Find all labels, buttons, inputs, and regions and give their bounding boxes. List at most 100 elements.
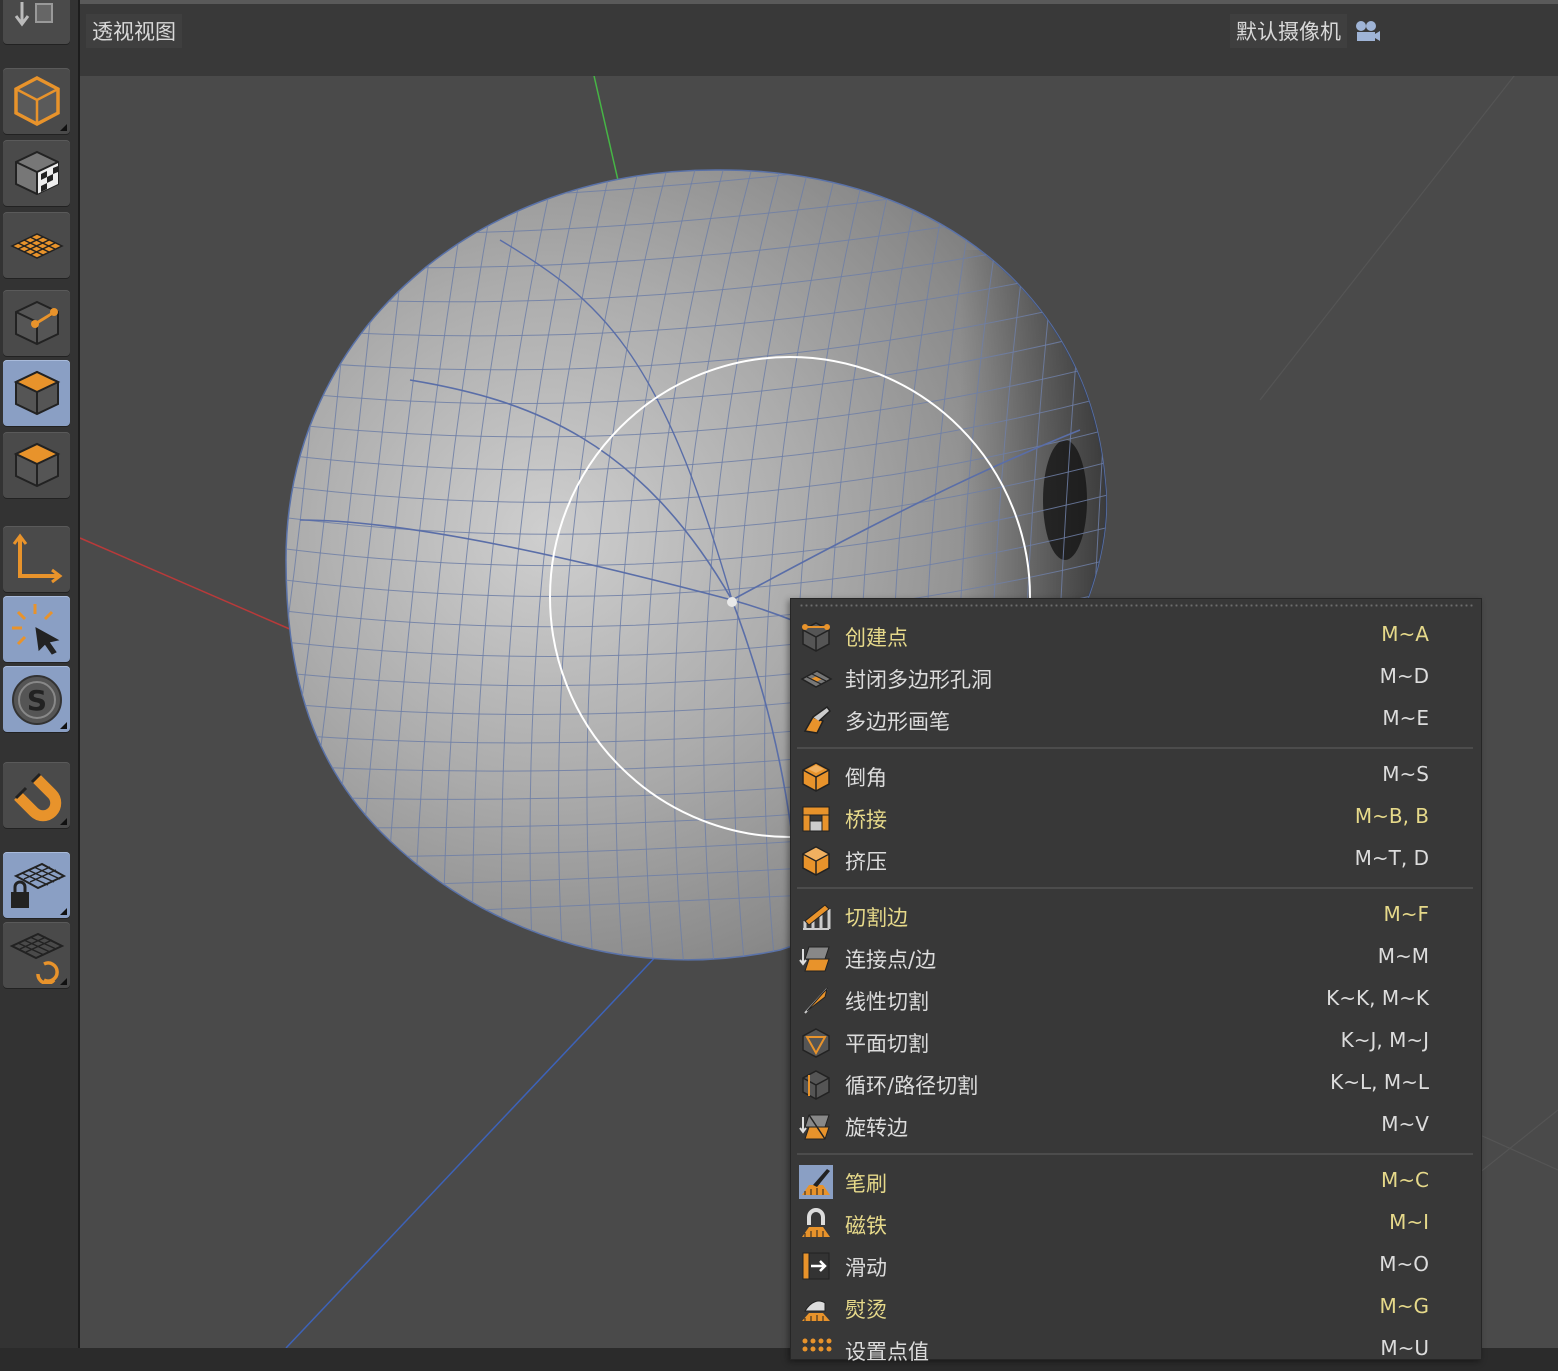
- menu-item-label: 创建点: [845, 626, 908, 650]
- menu-separator: [797, 1153, 1473, 1155]
- menu-separator: [797, 887, 1473, 889]
- menu-item-shortcut: M~O: [1379, 1252, 1429, 1276]
- polygon-mode-button[interactable]: [3, 432, 70, 498]
- menu-item-label: 循环/路径切割: [845, 1074, 979, 1098]
- menu-item-label: 封闭多边形孔洞: [845, 668, 992, 692]
- menu-item-extrude[interactable]: 挤压 M~T, D: [795, 839, 1473, 881]
- menu-item-label: 多边形画笔: [845, 710, 950, 734]
- menu-item-label: 连接点/边: [845, 948, 937, 972]
- viewport-title[interactable]: 透视视图: [86, 14, 182, 48]
- point-mode-button[interactable]: [3, 290, 70, 356]
- menu-item-set-point-value[interactable]: 设置点值 M~U: [795, 1329, 1473, 1371]
- menu-item-close-polygon-hole[interactable]: 封闭多边形孔洞 M~D: [795, 657, 1473, 699]
- menu-separator: [797, 747, 1473, 749]
- snap-button[interactable]: S: [3, 666, 70, 732]
- extrude-icon: [799, 843, 833, 877]
- menu-item-label: 磁铁: [845, 1214, 887, 1238]
- texture-cube-icon: [15, 150, 59, 196]
- menu-item-loop-path-cut[interactable]: 循环/路径切割 K~L, M~L: [795, 1063, 1473, 1105]
- submenu-corner-icon: [60, 124, 67, 131]
- close-polygon-hole-icon: [799, 661, 833, 695]
- submenu-corner-icon: [60, 818, 67, 825]
- submenu-corner-icon: [60, 722, 67, 729]
- x-axis-line: [80, 537, 293, 631]
- menu-item-shortcut: M~B, B: [1354, 804, 1429, 828]
- workplane-sync-button[interactable]: [3, 922, 70, 988]
- camera-label[interactable]: 默认摄像机: [1230, 14, 1347, 48]
- menu-item-bevel[interactable]: 倒角 M~S: [795, 755, 1473, 797]
- submenu-corner-icon: [60, 978, 67, 985]
- menu-item-plane-cut[interactable]: 平面切割 K~J, M~J: [795, 1021, 1473, 1063]
- menu-item-polygon-pen[interactable]: 多边形画笔 M~E: [795, 699, 1473, 741]
- menu-item-shortcut: M~T, D: [1354, 846, 1429, 870]
- plane-grid-button[interactable]: [3, 212, 70, 278]
- point-mode-icon: [15, 300, 59, 346]
- bevel-icon: [799, 759, 833, 793]
- menu-item-shortcut: M~A: [1381, 622, 1429, 646]
- plane-cut-icon: [799, 1025, 833, 1059]
- edge-mode-button[interactable]: [3, 360, 70, 426]
- menu-item-edge-cut[interactable]: 切割边 M~F: [795, 895, 1473, 937]
- menu-item-label: 熨烫: [845, 1298, 887, 1322]
- menu-item-label: 滑动: [845, 1256, 887, 1280]
- menu-item-label: 旋转边: [845, 1116, 908, 1140]
- menu-item-shortcut: M~S: [1382, 762, 1429, 786]
- texture-cube-button[interactable]: [3, 140, 70, 206]
- menu-item-shortcut: M~I: [1389, 1210, 1429, 1234]
- menu-item-label: 线性切割: [845, 990, 929, 1014]
- brush-icon: [799, 1165, 833, 1199]
- menu-item-label: 平面切割: [845, 1032, 929, 1056]
- menu-item-shortcut: K~J, M~J: [1340, 1028, 1429, 1052]
- polygon-pen-icon: [799, 703, 833, 737]
- snap-s-icon: S: [12, 675, 62, 725]
- menu-item-connect-points-edges[interactable]: 连接点/边 M~M: [795, 937, 1473, 979]
- selected-point: [727, 597, 737, 607]
- menu-item-iron[interactable]: 熨烫 M~G: [795, 1287, 1473, 1329]
- edge-mode-icon: [13, 370, 61, 416]
- menu-item-shortcut: M~U: [1380, 1336, 1429, 1360]
- menu-item-line-cut[interactable]: 线性切割 K~K, M~K: [795, 979, 1473, 1021]
- menu-item-bridge[interactable]: 桥接 M~B, B: [795, 797, 1473, 839]
- magnet-icon: [14, 772, 62, 822]
- menu-item-magnet-tool[interactable]: 磁铁 M~I: [795, 1203, 1473, 1245]
- context-menu: 创建点 M~A 封闭多边形孔洞 M~D 多边形画笔 M~E 倒角 M~S 桥接 M~B, B 挤压 M…: [790, 598, 1482, 1364]
- undo-icon: [14, 2, 53, 27]
- undo-tool-button[interactable]: [3, 0, 70, 44]
- edge-cut-icon: [799, 899, 833, 933]
- loop-path-cut-icon: [799, 1067, 833, 1101]
- menu-item-brush[interactable]: 笔刷 M~C: [795, 1161, 1473, 1203]
- menu-item-label: 切割边: [845, 906, 908, 930]
- menu-tear-off-grip[interactable]: [799, 603, 1473, 609]
- viewport-header: 透视视图 默认摄像机: [80, 0, 1558, 76]
- live-selection-icon: [12, 604, 60, 655]
- submenu-corner-icon: [60, 908, 67, 915]
- magnet-tool-icon: [799, 1207, 833, 1241]
- workplane-sync-icon: [9, 932, 65, 984]
- svg-text:S: S: [27, 684, 47, 717]
- locked-workplane-icon: [11, 862, 66, 908]
- menu-item-shortcut: K~L, M~L: [1330, 1070, 1429, 1094]
- menu-item-shortcut: M~V: [1381, 1112, 1429, 1136]
- iron-icon: [799, 1291, 833, 1325]
- camera-icon[interactable]: [1353, 19, 1381, 43]
- locked-workplane-button[interactable]: [3, 852, 70, 918]
- menu-item-shortcut: M~G: [1379, 1294, 1429, 1318]
- menu-item-shortcut: M~F: [1383, 902, 1429, 926]
- set-point-value-icon: [799, 1333, 833, 1367]
- slide-icon: [799, 1249, 833, 1283]
- menu-item-shortcut: M~D: [1379, 664, 1429, 688]
- menu-item-create-point[interactable]: 创建点 M~A: [795, 615, 1473, 657]
- bridge-icon: [799, 801, 833, 835]
- magnet-button[interactable]: [3, 762, 70, 828]
- axis-mode-button[interactable]: [3, 526, 70, 592]
- cube-object-icon: [14, 76, 60, 126]
- menu-item-slide[interactable]: 滑动 M~O: [795, 1245, 1473, 1287]
- connect-points-edges-icon: [799, 941, 833, 975]
- z-axis-line: [285, 949, 663, 1348]
- spin-edge-icon: [799, 1109, 833, 1143]
- axis-icon: [12, 533, 63, 584]
- live-selection-button[interactable]: [3, 596, 70, 662]
- cube-object-button[interactable]: [3, 68, 70, 134]
- menu-item-label: 倒角: [845, 766, 887, 790]
- menu-item-spin-edge[interactable]: 旋转边 M~V: [795, 1105, 1473, 1147]
